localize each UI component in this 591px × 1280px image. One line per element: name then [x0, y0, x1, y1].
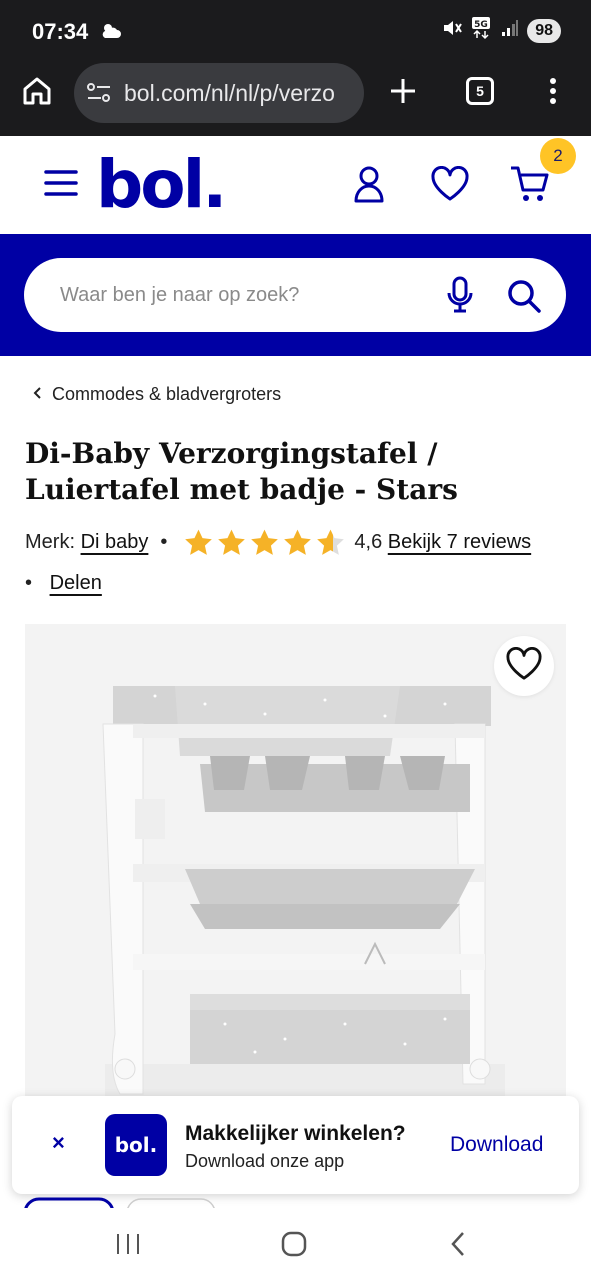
separator-dot: • — [25, 572, 33, 594]
star-icon — [284, 529, 312, 555]
search-band — [0, 234, 591, 356]
system-navigation-bar — [0, 1208, 591, 1280]
wishlist-icon[interactable] — [430, 166, 470, 207]
download-button[interactable]: Download — [450, 1133, 543, 1157]
close-icon[interactable]: × — [52, 1130, 65, 1156]
search-box[interactable] — [24, 258, 566, 332]
breadcrumb[interactable]: Commodes & bladvergroters — [32, 384, 281, 405]
product-image[interactable] — [25, 624, 566, 1104]
back-icon[interactable] — [448, 1230, 468, 1263]
url-bar[interactable]: bol.com/nl/nl/p/verzo — [74, 63, 364, 123]
banner-title: Makkelijker winkelen? — [185, 1122, 406, 1145]
hidden-tabs — [0, 1196, 591, 1208]
search-icon[interactable] — [506, 278, 542, 319]
menu-icon[interactable] — [44, 169, 78, 202]
mute-icon — [441, 17, 463, 44]
app-download-banner: × bol. Makkelijker winkelen? Download on… — [12, 1096, 579, 1194]
chevron-left-icon — [32, 384, 42, 405]
browser-toolbar: bol.com/nl/nl/p/verzo 5 — [0, 60, 591, 136]
new-tab-icon[interactable] — [388, 74, 418, 113]
rating-stars — [183, 528, 346, 556]
search-input[interactable] — [60, 276, 420, 314]
product-title: Di-Baby Verzorgingstafel / Luiertafel me… — [25, 437, 458, 506]
cart-count-badge: 2 — [540, 138, 576, 174]
brand-link[interactable]: Di baby — [81, 531, 149, 554]
reviews-link[interactable]: Bekijk 7 reviews — [388, 531, 531, 554]
status-time: 07:34 — [32, 19, 89, 44]
star-icon — [251, 529, 279, 555]
5g-icon: 5G — [471, 16, 493, 45]
battery-indicator: 98 — [527, 18, 561, 43]
banner-subtitle: Download onze app — [185, 1151, 345, 1171]
home-icon[interactable] — [20, 74, 54, 113]
more-options-icon[interactable] — [540, 74, 566, 113]
site-header: bol. 2 — [0, 136, 591, 234]
microphone-icon[interactable] — [446, 276, 474, 319]
share-row: • Delen — [25, 572, 102, 595]
site-settings-icon[interactable] — [86, 81, 112, 111]
heart-icon — [505, 646, 543, 686]
star-icon — [218, 529, 246, 555]
url-text: bol.com/nl/nl/p/verzo — [124, 79, 335, 106]
tab-switcher-button[interactable]: 5 — [466, 77, 494, 105]
home-nav-icon[interactable] — [280, 1230, 308, 1263]
account-icon[interactable] — [350, 164, 388, 209]
separator-dot: • — [160, 530, 168, 553]
brand-label: Merk: — [25, 530, 75, 553]
rating-value: 4,6 — [354, 530, 383, 553]
star-icon — [185, 529, 213, 555]
svg-text:5G: 5G — [474, 20, 488, 30]
bol-logo[interactable]: bol. — [96, 146, 227, 223]
recent-apps-icon[interactable] — [114, 1232, 142, 1261]
status-bar: 07:34 5G 98 — [0, 0, 591, 60]
favorite-button[interactable] — [494, 636, 554, 696]
app-logo: bol. — [105, 1114, 167, 1176]
share-link[interactable]: Delen — [50, 572, 102, 594]
breadcrumb-label: Commodes & bladvergroters — [52, 384, 282, 404]
product-meta: Merk: Di baby • 4,6 Bekijk 7 reviews — [25, 528, 531, 556]
star-icon — [317, 529, 345, 555]
signal-icon — [501, 19, 519, 42]
weather-icon — [100, 20, 122, 45]
